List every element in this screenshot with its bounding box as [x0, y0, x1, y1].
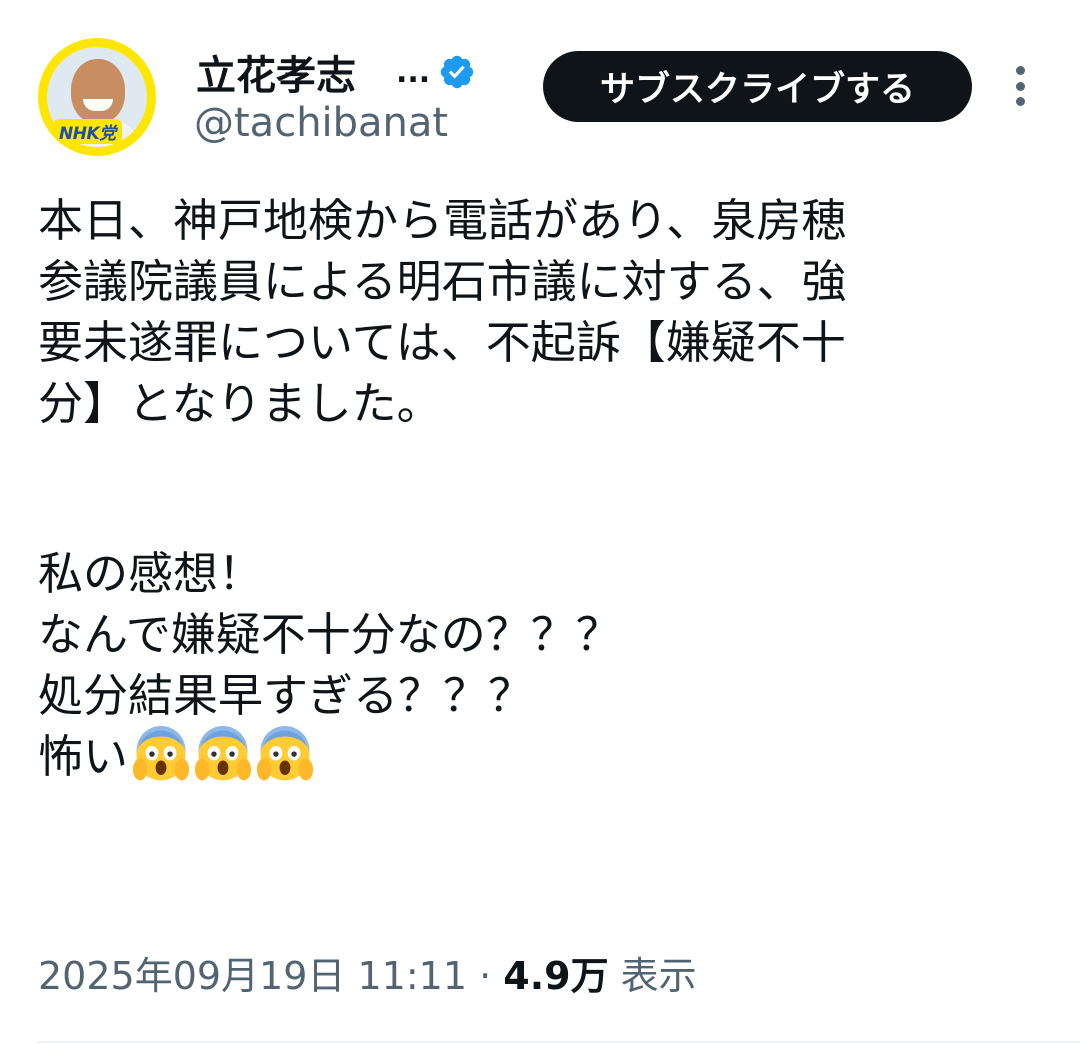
avatar-face: [71, 59, 125, 123]
post-line: 参議院議員による明石市議に対する、強: [38, 255, 847, 308]
post-meta: 2025年09月19日 11:11 · 4.9万 表示: [38, 945, 697, 1000]
post-line: 要未遂罪については、不起訴【嫌疑不十: [38, 316, 846, 369]
post-line-last: 怖い: [38, 726, 1048, 787]
face-screaming-in-fear-emoji: [194, 726, 252, 781]
divider: [38, 1041, 1080, 1043]
post-line: 処分結果早すぎる？？？: [38, 669, 534, 722]
face-screaming-in-fear-emoji: [132, 726, 190, 781]
more-dot: [1015, 97, 1025, 106]
post-line: 分】となりました。: [38, 377, 442, 430]
more-vertical-icon[interactable]: [1008, 66, 1032, 106]
more-dot: [1015, 66, 1025, 75]
avatar[interactable]: NHK党: [38, 38, 156, 156]
face-screaming-in-fear-emoji: [256, 726, 314, 781]
verified-badge-icon: [440, 55, 474, 89]
post-text: 本日、神戸地検から電話があり、泉房穂 参議院議員による明石市議に対する、強 要未…: [38, 190, 1048, 787]
post-line: 私の感想！: [38, 547, 264, 600]
subscribe-button[interactable]: サブスクライブする: [543, 51, 972, 122]
name-ellipsis: ...: [396, 54, 431, 90]
views-label: 表示: [608, 954, 697, 998]
post-last-text: 怖い: [38, 730, 129, 783]
post-timestamp[interactable]: 2025年09月19日 11:11: [38, 954, 467, 998]
more-dot: [1015, 81, 1025, 91]
avatar-party-badge: NHK党: [53, 119, 122, 144]
post-line: なんで嫌疑不十分なの？？？: [38, 608, 621, 661]
author-name-row[interactable]: 立花孝志 ...: [196, 44, 476, 100]
views-count: 4.9万: [503, 954, 609, 998]
author-handle[interactable]: @tachibanat: [194, 100, 448, 146]
post-line: 本日、神戸地検から電話があり、泉房穂: [38, 194, 847, 247]
display-name[interactable]: 立花孝志: [196, 43, 356, 101]
meta-separator: ·: [467, 954, 504, 998]
